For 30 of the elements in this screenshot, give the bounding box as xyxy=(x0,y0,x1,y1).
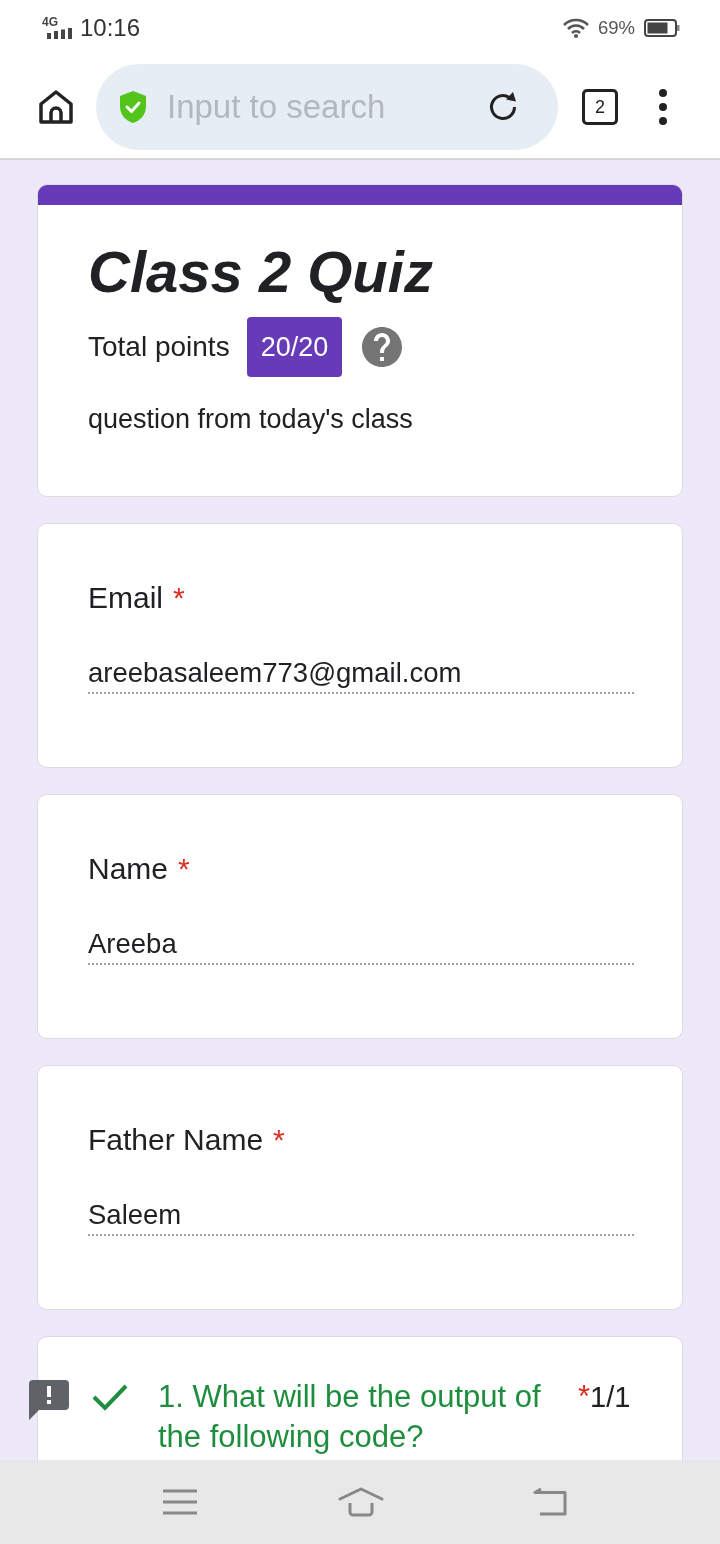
answer-field: Saleem xyxy=(88,1198,634,1236)
back-icon[interactable] xyxy=(532,1488,568,1516)
required-mark: * xyxy=(173,580,185,616)
question-score: 1/1 xyxy=(590,1380,631,1415)
help-icon[interactable] xyxy=(362,327,403,367)
menu-icon[interactable] xyxy=(163,1489,197,1515)
score-badge: 20/20 xyxy=(246,317,343,377)
answer-field: Areeba xyxy=(88,927,634,965)
signal-icon xyxy=(47,28,74,39)
required-mark: * xyxy=(578,1378,591,1416)
wifi-icon xyxy=(562,18,589,38)
field-label: Father Name xyxy=(88,1122,264,1158)
total-points-label: Total points xyxy=(88,331,230,363)
form-description: question from today's class xyxy=(88,403,414,436)
required-mark: * xyxy=(178,851,190,887)
question-text: 1. What will be the output of the following code? xyxy=(158,1378,542,1456)
battery-icon xyxy=(644,18,680,38)
required-mark: * xyxy=(273,1122,285,1158)
field-label: Name xyxy=(88,851,169,887)
field-label: Email xyxy=(88,580,163,616)
clock: 10:16 xyxy=(80,14,141,42)
answer-field: areebasaleem773@gmail.com xyxy=(88,656,634,694)
battery-percentage: 69% xyxy=(597,16,635,40)
home-icon[interactable] xyxy=(38,89,74,125)
form-title: Class 2 Quiz xyxy=(88,238,434,306)
shield-check-icon xyxy=(118,90,148,124)
more-icon[interactable] xyxy=(659,89,667,125)
feedback-icon[interactable] xyxy=(29,1380,69,1420)
network-type: 4G xyxy=(42,17,58,28)
tab-count-button[interactable]: 2 xyxy=(582,89,618,125)
